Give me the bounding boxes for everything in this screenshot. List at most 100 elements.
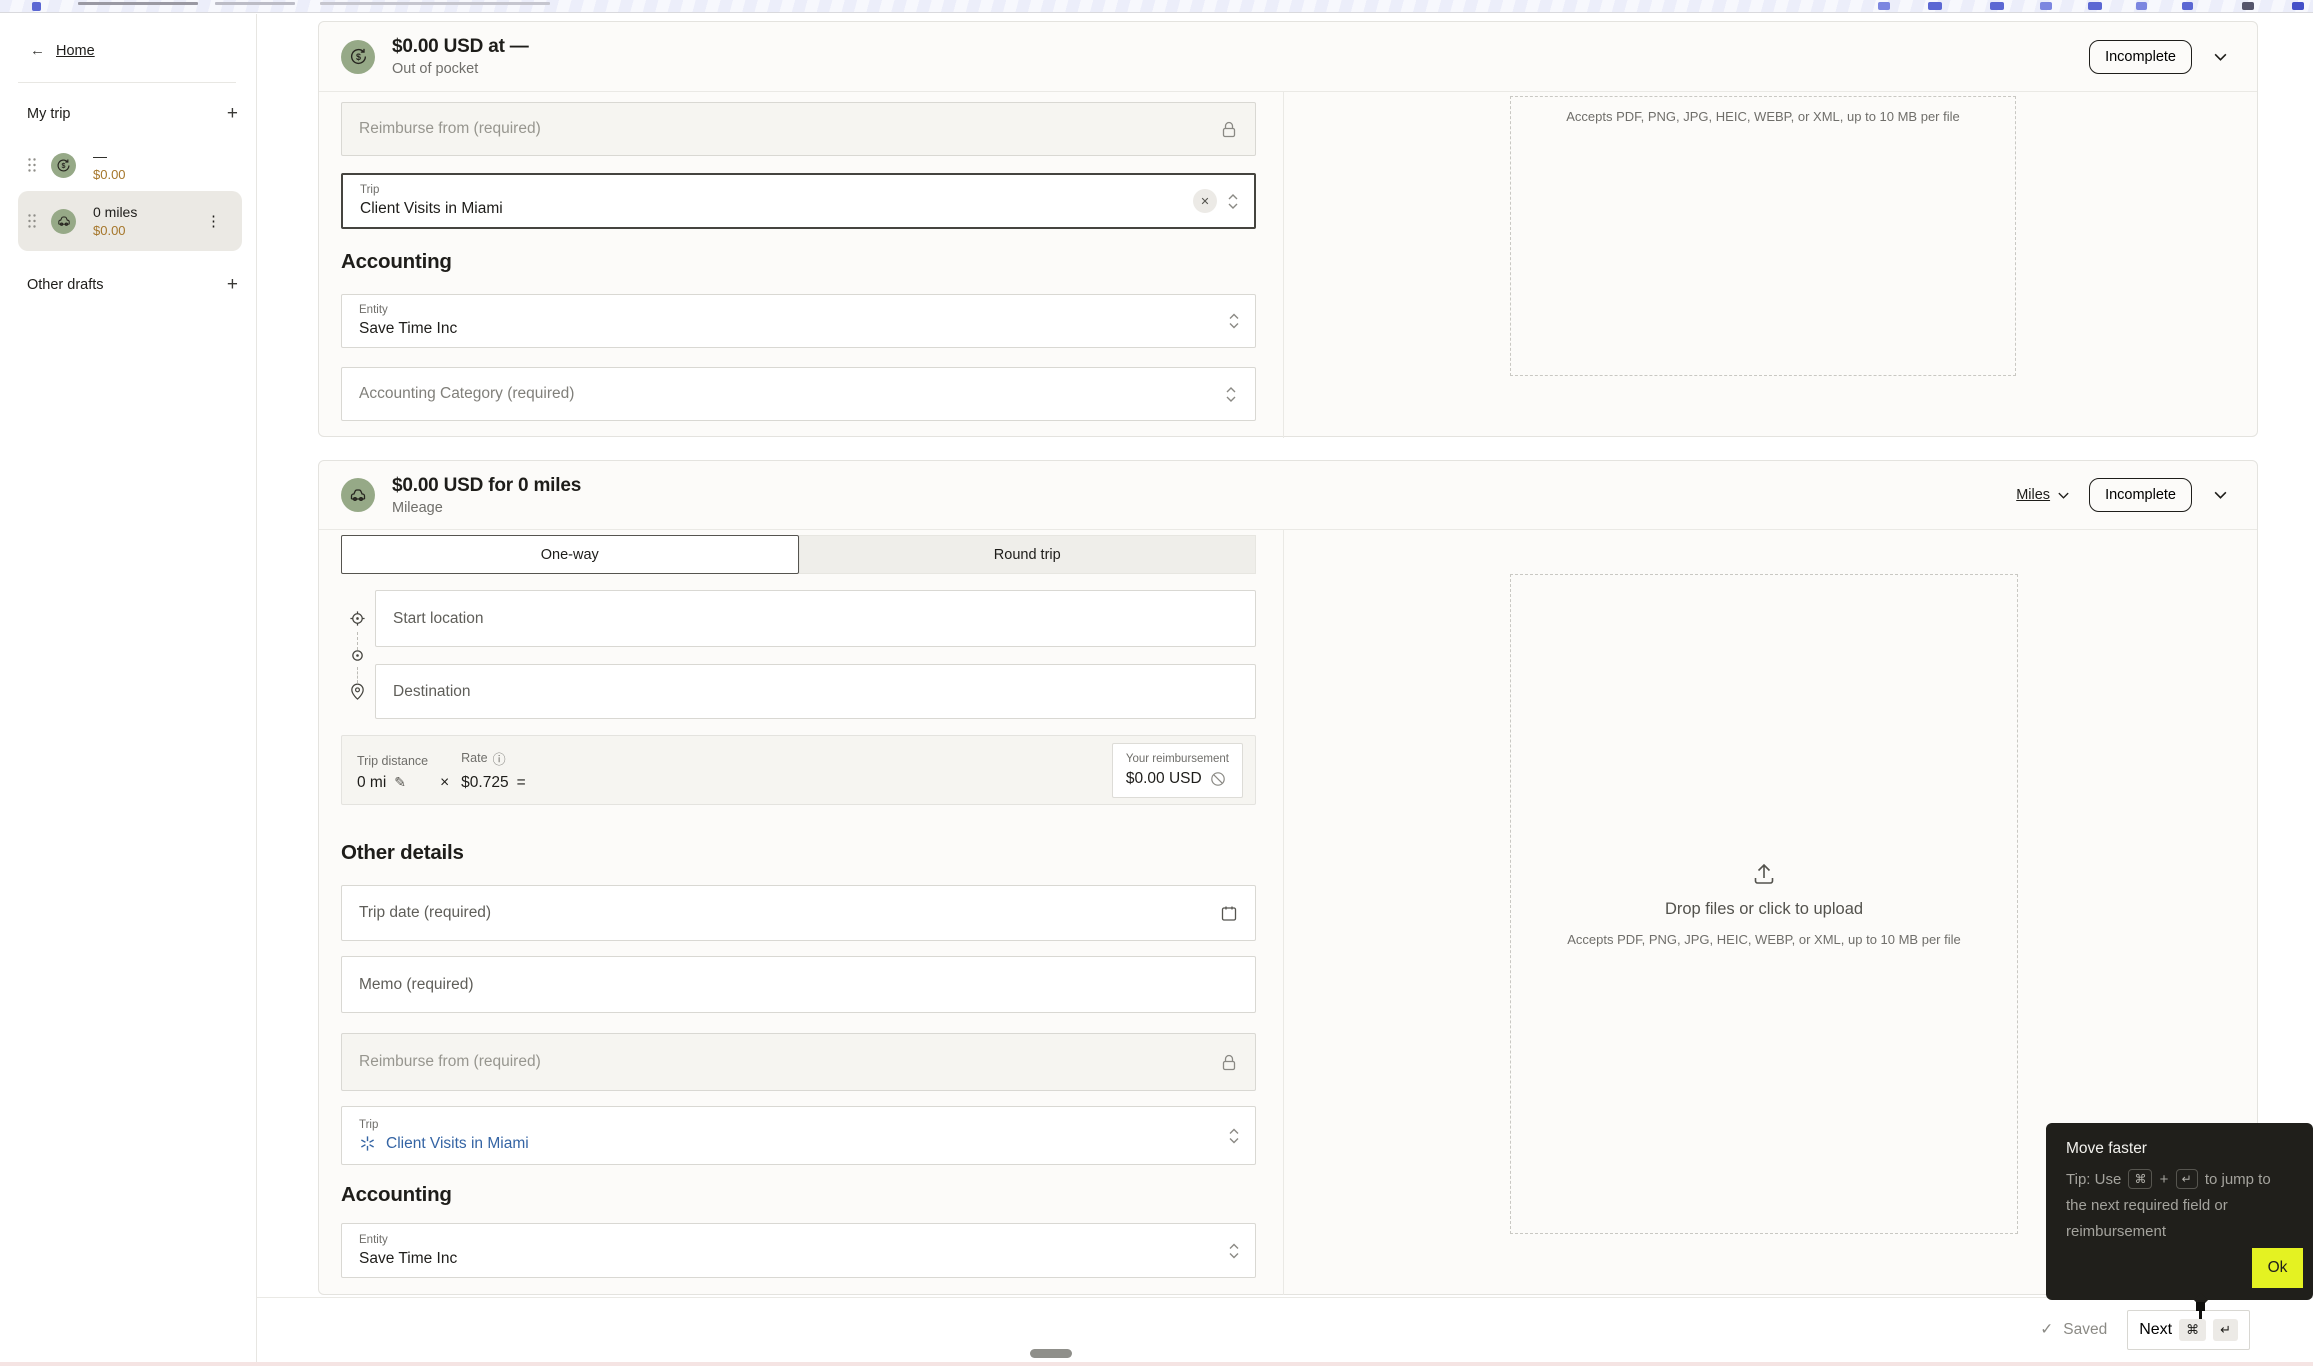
- field-label: Trip: [360, 184, 380, 196]
- check-icon: ✓: [2040, 1321, 2054, 1338]
- blocked-icon: [1210, 771, 1226, 787]
- field-placeholder: Trip date (required): [359, 904, 492, 921]
- browser-toolbar-icon[interactable]: [2040, 2, 2052, 10]
- upload-hint: Accepts PDF, PNG, JPG, HEIC, WEBP, or XM…: [1567, 932, 1961, 947]
- field-label: Entity: [359, 304, 388, 316]
- edit-icon[interactable]: ✎: [394, 774, 406, 791]
- browser-tab-icon[interactable]: [32, 2, 41, 11]
- destination-icon: [349, 683, 366, 701]
- reimburse-from-field[interactable]: Reimburse from (required): [341, 102, 1256, 156]
- cmd-key-icon: ⌘: [2179, 1318, 2207, 1341]
- reimburse-from-field[interactable]: Reimburse from (required): [341, 1033, 1256, 1091]
- accounting-heading: Accounting: [341, 1183, 452, 1206]
- field-placeholder: Memo (required): [359, 975, 474, 993]
- drag-handle-icon[interactable]: [27, 213, 37, 229]
- trip-type-tabs: One-way Round trip: [341, 535, 1256, 574]
- sidebar-item-mileage[interactable]: 0 miles $0.00 ⋮: [18, 191, 242, 251]
- browser-toolbar-icon[interactable]: [1928, 2, 1942, 10]
- ok-button[interactable]: Ok: [2252, 1248, 2303, 1288]
- info-icon[interactable]: ⓘ: [493, 749, 506, 768]
- next-button[interactable]: Next ⌘ ↵: [2127, 1309, 2250, 1350]
- tab-one-way[interactable]: One-way: [341, 535, 799, 574]
- field-placeholder: Destination: [393, 682, 471, 700]
- item-amount: $0.00: [93, 167, 126, 182]
- sidebar-item-out-of-pocket[interactable]: $ — $0.00: [18, 141, 242, 189]
- field-label: Trip: [359, 1118, 379, 1131]
- browser-toolbar-icon[interactable]: [2136, 2, 2147, 10]
- trip-link[interactable]: Client Visits in Miami: [359, 1135, 1238, 1153]
- trip-value: Client Visits in Miami: [386, 1134, 529, 1152]
- lock-icon: [1220, 1053, 1238, 1072]
- receipt-dropzone[interactable]: Drop files or click to upload Accepts PD…: [1510, 574, 2018, 1234]
- main-content: $ $0.00 USD at — Out of pocket Incomplet…: [257, 14, 2313, 1366]
- trip-value: Client Visits in Miami: [360, 200, 503, 217]
- route-section: Start location Destination: [341, 590, 1256, 719]
- entity-value: Save Time Inc: [359, 1249, 458, 1267]
- trip-date-field[interactable]: Trip date (required): [341, 885, 1256, 941]
- route-connector: [357, 632, 358, 650]
- add-trip-expense-button[interactable]: +: [227, 104, 238, 123]
- browser-toolbar-icon[interactable]: [2088, 2, 2102, 10]
- destination-input[interactable]: Destination: [375, 664, 1256, 719]
- browser-toolbar-icon[interactable]: [1990, 2, 2004, 10]
- start-location-input[interactable]: Start location: [375, 590, 1256, 647]
- entity-select-field[interactable]: Entity Save Time Inc: [341, 1223, 1256, 1278]
- other-drafts-label: Other drafts: [27, 276, 104, 293]
- browser-toolbar-icon[interactable]: [2182, 2, 2193, 10]
- receipt-panel: Accepts PDF, PNG, JPG, HEIC, WEBP, or XM…: [1284, 92, 2257, 438]
- clear-icon[interactable]: ✕: [1193, 189, 1217, 213]
- equals-sign: =: [516, 773, 526, 791]
- move-faster-tooltip: Move faster Tip: Use ⌘ + ↵ to jump to th…: [2046, 1123, 2313, 1300]
- other-details-heading: Other details: [341, 841, 464, 864]
- mouse-cursor: [2196, 1302, 2205, 1319]
- browser-toolbar-icon[interactable]: [1878, 2, 1890, 10]
- browser-toolbar-icon[interactable]: [2292, 2, 2304, 10]
- tooltip-title: Move faster: [2066, 1140, 2147, 1157]
- browser-strip: [0, 0, 2313, 13]
- memo-field[interactable]: Memo (required): [341, 956, 1256, 1013]
- tab-round-trip[interactable]: Round trip: [798, 535, 1256, 574]
- saved-label: Saved: [2063, 1320, 2108, 1338]
- cash-back-icon: $: [341, 39, 375, 74]
- expense-title: $0.00 USD at —: [392, 36, 529, 57]
- trip-select-field[interactable]: Trip Client Visits in Miami ✕: [341, 173, 1256, 229]
- status-badge[interactable]: Incomplete: [2089, 478, 2192, 512]
- chevron-down-icon[interactable]: [2211, 50, 2230, 64]
- unit-dropdown[interactable]: Miles: [2016, 487, 2070, 503]
- field-label: Entity: [359, 1233, 388, 1246]
- select-chevrons-icon: [1227, 1242, 1241, 1259]
- field-placeholder: Reimburse from (required): [359, 120, 541, 137]
- status-badge[interactable]: Incomplete: [2089, 39, 2192, 74]
- entity-select-field[interactable]: Entity Save Time Inc: [341, 294, 1256, 348]
- next-label: Next: [2139, 1320, 2173, 1338]
- expense-form: Reimburse from (required) Trip Client Vi…: [319, 92, 1283, 438]
- horizontal-scrollbar-handle[interactable]: [1030, 1349, 1072, 1358]
- distance-value: 0 mi: [357, 773, 387, 791]
- cash-back-icon: $: [51, 152, 76, 178]
- route-connector: [357, 667, 358, 683]
- home-link[interactable]: ← Home: [30, 42, 95, 59]
- item-title: 0 miles: [93, 204, 138, 220]
- upload-title: Drop files or click to upload: [1664, 900, 1864, 918]
- calendar-icon: [1220, 904, 1238, 922]
- trip-select-field[interactable]: Trip Client Visits in Miami: [341, 1106, 1256, 1165]
- drag-handle-icon[interactable]: [27, 157, 37, 173]
- sidebar-divider: [18, 82, 236, 83]
- card-header: $ $0.00 USD at — Out of pocket Incomplet…: [319, 22, 2257, 91]
- kebab-menu-icon[interactable]: ⋮: [206, 212, 242, 230]
- my-trip-label: My trip: [27, 105, 71, 122]
- distance-label: Trip distance: [357, 753, 429, 768]
- rate-label: Rate: [461, 751, 488, 765]
- receipt-dropzone[interactable]: Accepts PDF, PNG, JPG, HEIC, WEBP, or XM…: [1510, 96, 2016, 376]
- item-amount: $0.00: [93, 223, 126, 238]
- browser-toolbar-icon[interactable]: [2242, 2, 2254, 10]
- add-draft-button[interactable]: +: [227, 275, 238, 294]
- svg-text:$: $: [356, 52, 361, 62]
- app-window: ← Home My trip + $ — $0.00 0 miles $0.00…: [0, 14, 2313, 1366]
- reimbursement-box: Your reimbursement $0.00 USD: [1111, 742, 1243, 798]
- svg-text:$: $: [62, 162, 66, 170]
- chevron-down-icon[interactable]: [2211, 488, 2230, 502]
- reimbursement-value: $0.00 USD: [1125, 769, 1202, 787]
- browser-tab-text: [215, 2, 295, 5]
- accounting-category-field[interactable]: Accounting Category (required): [341, 367, 1256, 421]
